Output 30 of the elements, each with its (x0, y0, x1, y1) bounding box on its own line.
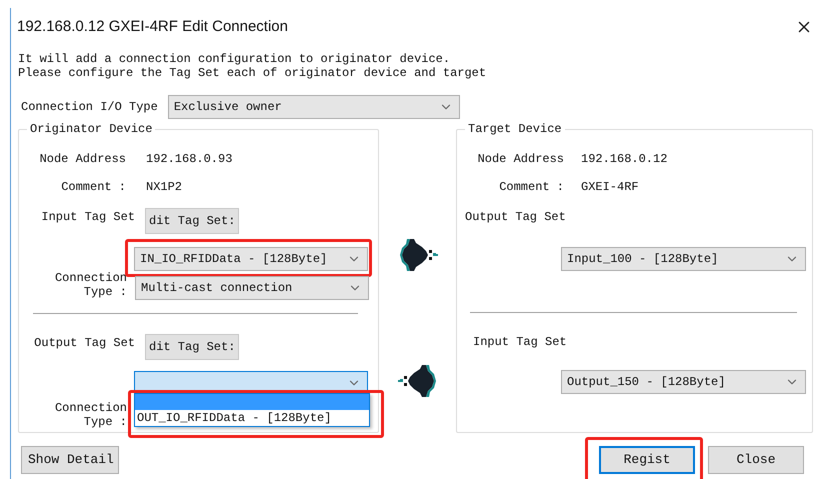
edit-tag-set-button[interactable]: dit Tag Set: (145, 334, 240, 360)
window-title: 192.168.0.12 GXEI-4RF Edit Connection (17, 18, 288, 35)
field-label: Input Tag Set (40, 209, 135, 224)
field-label: Comment : (60, 180, 126, 194)
dropdown[interactable]: Exclusive owner (168, 95, 460, 119)
field-label: Output Tag Set (33, 335, 135, 350)
field-label: Connection Type : (54, 401, 127, 429)
group-title: Target Device (465, 122, 565, 136)
dialog-button[interactable]: Regist (599, 446, 695, 474)
field-label: Input Tag Set (472, 334, 568, 349)
field-value: 192.168.0.93 (146, 152, 232, 166)
dropdown[interactable]: Multi-cast connection (135, 276, 369, 300)
field-label: Node Address (38, 152, 126, 166)
field-label: Output Tag Set (464, 209, 567, 224)
field-value: NX1P2 (146, 180, 182, 194)
field-label: Connection I/O Type (21, 100, 158, 114)
field-label: Comment : (498, 180, 564, 194)
dialog-button[interactable]: Show Detail (21, 446, 119, 474)
list-item[interactable]: OUT_IO_RFIDData - [128Byte] (135, 410, 369, 426)
dropdown[interactable]: Output_150 - [128Byte] (561, 370, 806, 394)
field-label: Connection Type : (54, 271, 127, 299)
field-value: GXEI-4RF (581, 180, 639, 194)
dropdown[interactable]: Input_100 - [128Byte] (561, 247, 806, 271)
edit-tag-set-button[interactable]: dit Tag Set: (145, 208, 240, 234)
field-label: Node Address (476, 152, 564, 166)
group-title: Originator Device (27, 122, 156, 136)
dialog-button[interactable]: Close (708, 446, 804, 474)
field-value: 192.168.0.12 (581, 152, 668, 166)
description-text: It will add a connection configuration to originator device. Please configure the Tag Set each of originator device and target (18, 52, 488, 82)
dropdown[interactable]: IN_IO_RFIDData - [128Byte] (134, 247, 368, 271)
